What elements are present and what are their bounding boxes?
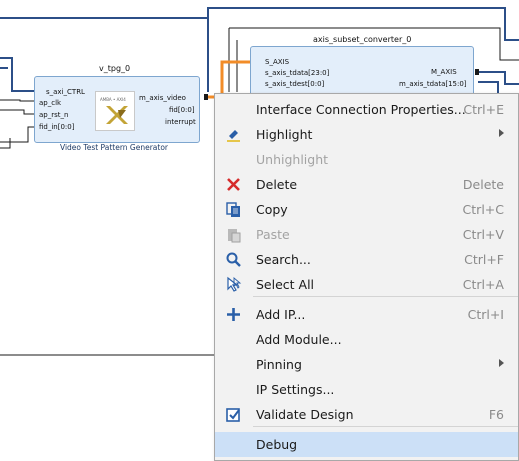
xilinx-ip-logo: AMBA • AXI4: [95, 91, 135, 131]
menu-item-shortcut: Ctrl+F: [464, 252, 504, 267]
vtpg-instance-name: v_tpg_0: [99, 64, 131, 73]
menu-item-label: Paste: [256, 227, 290, 242]
menu-item-shortcut: Ctrl+E: [463, 102, 504, 117]
subset-port-m-axis-tdata[interactable]: m_axis_tdata[15:0]: [399, 80, 467, 88]
port-marker-subset[interactable]: [475, 69, 479, 75]
plus-icon: [225, 306, 242, 323]
search-icon: [225, 251, 242, 268]
subset-block[interactable]: S_AXIS s_axis_tdata[23:0] s_axis_tdest[0…: [250, 46, 474, 96]
menu-item-label: Pinning: [256, 357, 302, 372]
menu-item-shortcut: Delete: [462, 177, 504, 192]
selected-net-video[interactable]: [206, 60, 250, 99]
menu-item-label: IP Settings...: [256, 382, 335, 397]
vtpg-port-ap-rst-n[interactable]: ap_rst_n: [39, 111, 68, 119]
menu-item-label: Copy: [256, 202, 288, 217]
submenu-arrow-icon: [499, 359, 504, 367]
menu-item-shortcut: Ctrl+V: [462, 227, 504, 242]
menu-item-interface-connection-properties[interactable]: Interface Connection Properties... Ctrl+E: [215, 97, 518, 122]
menu-item-select-all[interactable]: Select All Ctrl+A: [215, 272, 518, 297]
paste-icon: [225, 226, 242, 243]
context-menu: Interface Connection Properties... Ctrl+E…: [214, 93, 519, 461]
menu-item-unhighlight[interactable]: Unhighlight: [215, 147, 518, 172]
port-marker-vtpg[interactable]: [204, 94, 208, 100]
menu-item-label: Debug: [256, 437, 298, 452]
subset-port-s-axis[interactable]: S_AXIS: [265, 58, 289, 66]
vtpg-port-m-axis-video[interactable]: m_axis_video: [139, 94, 186, 102]
menu-item-label: Search...: [256, 252, 311, 267]
menu-item-label: Add Module...: [256, 332, 342, 347]
menu-item-label: Delete: [256, 177, 298, 192]
menu-separator: [253, 296, 518, 297]
menu-item-label: Select All: [256, 277, 315, 292]
subset-port-s-axis-tdest[interactable]: s_axis_tdest[0:0]: [265, 80, 324, 88]
menu-item-label: Validate Design: [256, 407, 354, 422]
menu-item-label: Unhighlight: [256, 152, 329, 167]
wire-bottom-left[interactable]: [0, 138, 11, 149]
subset-port-m-axis[interactable]: M_AXIS: [431, 68, 457, 76]
menu-item-add-module[interactable]: Add Module...: [215, 327, 518, 352]
bus-net-s-axi-ctrl[interactable]: [0, 57, 34, 92]
vtpg-block[interactable]: s_axi_CTRL ap_clk ap_rst_n fid_in[0:0] A…: [34, 76, 200, 143]
vtpg-subtitle: Video Test Pattern Generator: [60, 143, 169, 152]
menu-item-add-ip[interactable]: Add IP... Ctrl+I: [215, 302, 518, 327]
delete-x-icon: [225, 176, 242, 193]
vtpg-port-fid-in[interactable]: fid_in[0:0]: [39, 123, 74, 131]
subset-port-s-axis-tdata[interactable]: s_axis_tdata[23:0]: [265, 69, 329, 77]
submenu-arrow-icon: [499, 129, 504, 137]
vtpg-port-ap-clk[interactable]: ap_clk: [39, 99, 61, 107]
menu-item-copy[interactable]: Copy Ctrl+C: [215, 197, 518, 222]
menu-item-pinning[interactable]: Pinning: [215, 352, 518, 377]
copy-icon: [225, 201, 242, 218]
vtpg-port-interrupt[interactable]: interrupt: [165, 118, 196, 126]
highlighter-icon: [225, 126, 242, 143]
menu-item-paste[interactable]: Paste Ctrl+V: [215, 222, 518, 247]
menu-item-highlight[interactable]: Highlight: [215, 122, 518, 147]
menu-item-debug[interactable]: Debug: [215, 432, 518, 457]
vtpg-port-fid[interactable]: fid[0:0]: [169, 106, 195, 114]
vtpg-port-s-axi-ctrl[interactable]: s_axi_CTRL: [46, 88, 85, 96]
menu-item-validate-design[interactable]: Validate Design F6: [215, 402, 518, 427]
menu-item-ip-settings[interactable]: IP Settings...: [215, 377, 518, 402]
logo-text: AMBA • AXI4: [100, 97, 126, 102]
menu-item-shortcut: Ctrl+C: [462, 202, 504, 217]
menu-item-shortcut: Ctrl+I: [467, 307, 504, 322]
menu-item-label: Highlight: [256, 127, 313, 142]
menu-item-shortcut: Ctrl+A: [462, 277, 504, 292]
menu-item-label: Add IP...: [256, 307, 306, 322]
wire-ap-rst-n[interactable]: [0, 109, 34, 115]
menu-separator: [253, 426, 518, 427]
wire-fid-in[interactable]: [0, 126, 34, 143]
menu-item-search[interactable]: Search... Ctrl+F: [215, 247, 518, 272]
menu-item-shortcut: F6: [488, 407, 504, 422]
menu-item-label: Interface Connection Properties...: [256, 102, 466, 117]
wire-ap-clk[interactable]: [0, 99, 34, 102]
menu-item-delete[interactable]: Delete Delete: [215, 172, 518, 197]
subset-instance-name: axis_subset_converter_0: [313, 35, 412, 44]
select-all-icon: [225, 276, 242, 293]
validate-checkbox-icon: [225, 406, 242, 423]
